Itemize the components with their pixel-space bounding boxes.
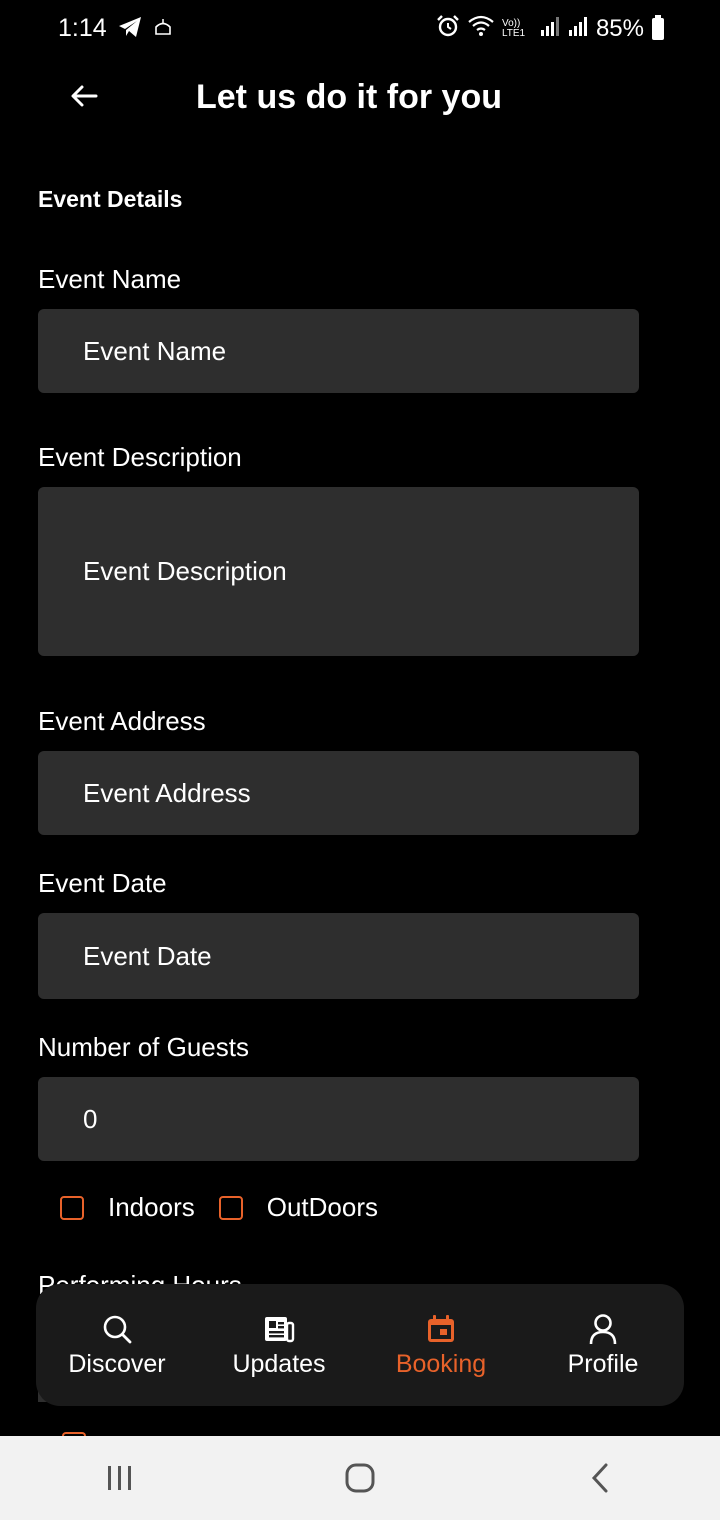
system-nav-bar [0, 1436, 720, 1520]
home-icon [345, 1463, 375, 1493]
bottom-nav: Discover Updates Booking Profile [36, 1284, 684, 1406]
guests-input[interactable]: 0 [38, 1077, 639, 1161]
telegram-icon [118, 16, 142, 43]
home-button[interactable] [320, 1448, 400, 1508]
event-date-label: Event Date [38, 868, 167, 898]
event-date-input[interactable]: Event Date [38, 913, 639, 999]
section-title: Event Details [38, 186, 183, 212]
event-name-label: Event Name [38, 264, 182, 294]
nav-booking[interactable]: Booking [366, 1312, 516, 1379]
guests-label: Number of Guests [38, 1032, 249, 1062]
nav-updates-label: Updates [232, 1349, 326, 1378]
app-header: Let us do it for you [0, 60, 720, 136]
calendar-icon [424, 1312, 458, 1346]
battery-icon [652, 14, 664, 40]
wifi-icon [468, 15, 494, 42]
status-bar: 1:14 Vo)) LTE1 85% [0, 0, 720, 58]
page-title: Let us do it for you [196, 78, 502, 116]
indoors-label: Indoors [108, 1192, 195, 1222]
signal-icon [540, 16, 560, 41]
nav-booking-label: Booking [395, 1349, 487, 1378]
recent-apps-button[interactable] [80, 1448, 160, 1508]
event-name-input[interactable]: Event Name [38, 309, 639, 393]
event-address-input[interactable]: Event Address [38, 751, 639, 835]
network-type-label: Vo)) LTE1 [501, 17, 526, 39]
event-description-input[interactable]: Event Description [38, 487, 639, 656]
venue-type-options: Indoors OutDoors [60, 1192, 402, 1223]
battery-percentage: 85% [595, 14, 644, 42]
signal-icon-2 [568, 16, 588, 41]
alarm-icon [436, 14, 460, 43]
nav-profile-label: Profile [567, 1349, 639, 1378]
person-icon [586, 1312, 620, 1346]
indoors-checkbox[interactable] [60, 1195, 84, 1220]
back-button[interactable] [62, 76, 106, 116]
outdoors-label: OutDoors [266, 1192, 378, 1222]
chevron-left-icon [591, 1463, 608, 1493]
nav-updates[interactable]: Updates [204, 1312, 354, 1379]
event-description-label: Event Description [38, 442, 242, 472]
system-back-button[interactable] [560, 1448, 640, 1508]
event-address-label: Event Address [38, 706, 206, 736]
nav-discover-label: Discover [68, 1349, 166, 1378]
nav-discover[interactable]: Discover [42, 1312, 192, 1379]
outdoors-checkbox[interactable] [218, 1195, 243, 1220]
arrow-left-icon [71, 85, 98, 107]
nav-profile[interactable]: Profile [528, 1312, 678, 1379]
mosque-icon [154, 19, 172, 40]
recent-apps-icon [108, 1466, 131, 1490]
newspaper-icon [262, 1312, 296, 1346]
status-time: 1:14 [58, 14, 107, 42]
search-icon [100, 1312, 134, 1346]
